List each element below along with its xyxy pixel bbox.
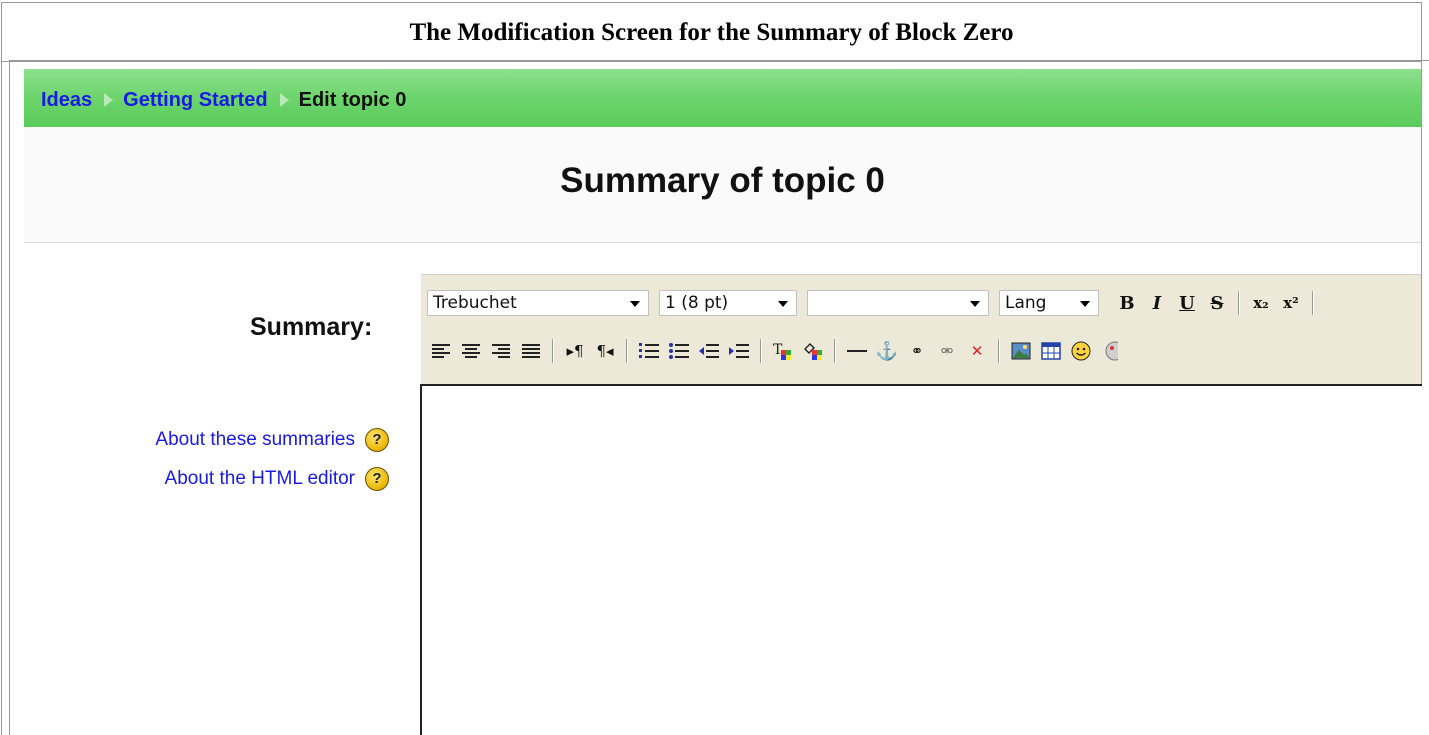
toolbar-separator: [1238, 291, 1240, 315]
breadcrumb: Ideas Getting Started Edit topic 0: [41, 69, 406, 127]
link-icon[interactable]: ⚭: [903, 337, 931, 365]
format-select[interactable]: [807, 290, 989, 316]
strikethrough-icon[interactable]: S: [1203, 289, 1231, 317]
editor-toolbar: Trebuchet 1 (8 pt) Lang B I U S x₂ x² ▸¶…: [421, 274, 1421, 385]
page-title: Summary of topic 0: [560, 161, 885, 200]
help-link-label[interactable]: About the HTML editor: [165, 468, 355, 490]
text-color-icon[interactable]: T: [769, 337, 797, 365]
background-color-icon[interactable]: [799, 337, 827, 365]
divider: [9, 60, 1429, 61]
toolbar-row-2: ▸¶ ¶◂ T ⚓ ⚭ ⚮ ✕: [427, 335, 1127, 367]
breadcrumb-link-ideas[interactable]: Ideas: [41, 89, 92, 111]
subscript-icon[interactable]: x₂: [1247, 289, 1275, 317]
italic-icon[interactable]: I: [1143, 289, 1171, 317]
lang-value: Lang: [1005, 293, 1047, 313]
ltr-icon[interactable]: ▸¶: [561, 337, 589, 365]
lang-select[interactable]: Lang: [999, 290, 1099, 316]
summary-label: Summary:: [250, 313, 373, 341]
rtl-icon[interactable]: ¶◂: [591, 337, 619, 365]
breadcrumb-separator-icon: [104, 93, 114, 107]
toolbar-row-1: Trebuchet 1 (8 pt) Lang B I U S x₂ x²: [427, 288, 1321, 318]
image-icon[interactable]: [1007, 337, 1035, 365]
help-icon[interactable]: ?: [365, 467, 389, 491]
toolbar-separator: [626, 339, 628, 363]
chevron-down-icon: [778, 301, 788, 307]
breadcrumb-link-getting-started[interactable]: Getting Started: [123, 89, 267, 111]
toolbar-separator: [1312, 291, 1314, 315]
justify-icon[interactable]: [517, 337, 545, 365]
anchor-icon[interactable]: ⚓: [873, 337, 901, 365]
breadcrumb-current: Edit topic 0: [298, 89, 407, 111]
align-left-icon[interactable]: [427, 337, 455, 365]
font-family-select[interactable]: Trebuchet: [427, 290, 649, 316]
ordered-list-icon[interactable]: [635, 337, 663, 365]
chevron-down-icon: [630, 301, 640, 307]
unlink-icon[interactable]: ⚮: [933, 337, 961, 365]
toolbar-separator: [552, 339, 554, 363]
font-size-select[interactable]: 1 (8 pt): [659, 290, 797, 316]
special-char-icon[interactable]: [1097, 337, 1125, 365]
nolink-icon[interactable]: ✕: [963, 337, 991, 365]
underline-icon[interactable]: U: [1173, 289, 1201, 317]
bold-icon[interactable]: B: [1113, 289, 1141, 317]
superscript-icon[interactable]: x²: [1277, 289, 1305, 317]
navigation-bar: Ideas Getting Started Edit topic 0: [24, 69, 1421, 127]
help-link-label[interactable]: About these summaries: [155, 429, 355, 451]
smiley-icon[interactable]: [1067, 337, 1095, 365]
indent-icon[interactable]: [725, 337, 753, 365]
align-right-icon[interactable]: [487, 337, 515, 365]
toolbar-separator: [834, 339, 836, 363]
help-link-html-editor[interactable]: About the HTML editor ?: [165, 467, 389, 491]
chevron-down-icon: [1080, 301, 1090, 307]
divider: [9, 60, 10, 735]
outdent-icon[interactable]: [695, 337, 723, 365]
toolbar-separator: [998, 339, 1000, 363]
heading-area: Summary of topic 0: [24, 127, 1421, 243]
table-icon[interactable]: [1037, 337, 1065, 365]
help-link-summaries[interactable]: About these summaries ?: [155, 428, 389, 452]
editor-textarea[interactable]: [420, 384, 1422, 735]
font-family-value: Trebuchet: [433, 293, 517, 313]
help-icon[interactable]: ?: [365, 428, 389, 452]
font-size-value: 1 (8 pt): [665, 293, 729, 313]
align-center-icon[interactable]: [457, 337, 485, 365]
chevron-down-icon: [970, 301, 980, 307]
unordered-list-icon[interactable]: [665, 337, 693, 365]
figure-caption: The Modification Screen for the Summary …: [2, 3, 1421, 62]
horizontal-rule-icon[interactable]: [843, 337, 871, 365]
breadcrumb-separator-icon: [279, 93, 289, 107]
toolbar-separator: [760, 339, 762, 363]
